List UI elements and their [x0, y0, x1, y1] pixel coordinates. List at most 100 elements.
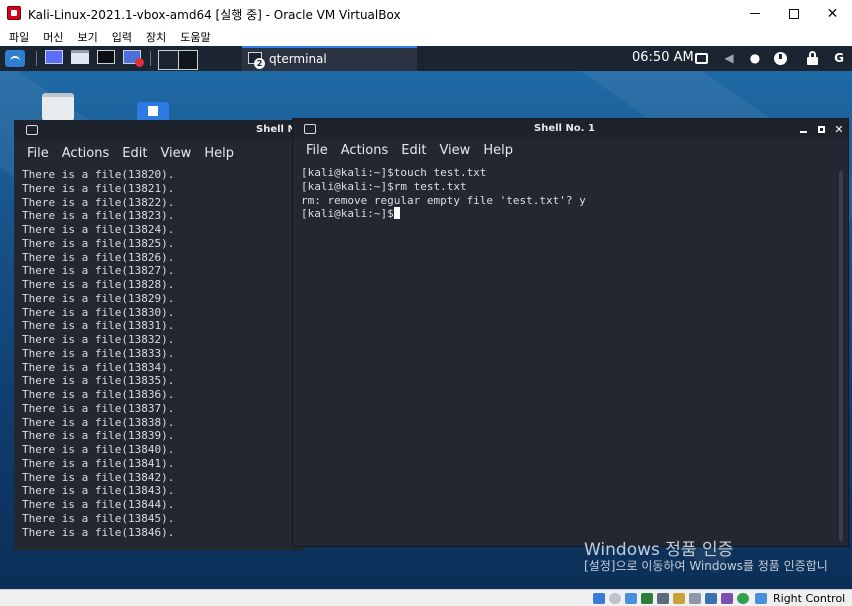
taskbar-item-qterminal[interactable]: 2 qterminal — [242, 46, 417, 71]
terminal-line: There is a file(13837). — [22, 401, 175, 415]
menu-file[interactable]: File — [27, 146, 49, 166]
terminal-line: There is a file(13829). — [22, 291, 175, 305]
maximize-button[interactable] — [812, 119, 830, 139]
maximize-button[interactable] — [774, 0, 813, 27]
terminal-titlebar[interactable]: Shell No — [14, 120, 304, 140]
clock[interactable]: 06:50 AM — [632, 50, 694, 65]
close-icon: ✕ — [834, 122, 844, 136]
usb-icon[interactable] — [657, 593, 669, 604]
terminal-window-front[interactable]: Shell No. 1 ✕ File Actions Edit View Hel… — [292, 118, 849, 547]
panel-separator — [36, 51, 37, 66]
cpu-icon[interactable] — [721, 593, 733, 604]
close-icon: ✕ — [826, 5, 839, 22]
menu-view[interactable]: 보기 — [78, 27, 98, 46]
terminal-line: There is a file(13823). — [22, 209, 175, 223]
terminal-line: There is a file(13833). — [22, 346, 175, 360]
menu-edit[interactable]: Edit — [122, 146, 147, 166]
menu-edit[interactable]: Edit — [401, 143, 426, 163]
menu-file[interactable]: 파일 — [9, 27, 29, 46]
terminal-line: There is a file(13841). — [22, 456, 175, 470]
terminal-output[interactable]: There is a file(13820). There is a file(1… — [22, 168, 174, 539]
close-button[interactable]: ✕ — [830, 119, 848, 139]
terminal-line: There is a file(13846). — [22, 525, 175, 539]
menu-view[interactable]: View — [160, 146, 191, 166]
menu-file[interactable]: File — [306, 143, 328, 163]
terminal-line: [kali@kali:~]$rm test.txt — [301, 179, 467, 193]
text-cursor — [393, 207, 400, 220]
vbox-menubar: 파일 머신 보기 입력 장치 도움말 — [0, 27, 852, 46]
terminal-window-back[interactable]: Shell No File Actions Edit View Help The… — [14, 120, 304, 550]
terminal-line: [kali@kali:~]$touch test.txt — [301, 166, 487, 179]
notification-bell-icon[interactable]: ● — [748, 51, 762, 65]
network-icon[interactable] — [641, 593, 653, 604]
file-manager-icon[interactable] — [71, 50, 89, 64]
terminal-line: There is a file(13822). — [22, 195, 175, 209]
minimize-icon — [749, 13, 760, 14]
minimize-icon — [799, 131, 807, 133]
audio-icon[interactable] — [625, 593, 637, 604]
minimize-button[interactable] — [794, 119, 812, 139]
terminal-line: There is a file(13826). — [22, 250, 175, 264]
hard-disk-icon[interactable] — [593, 593, 605, 604]
terminal-line: There is a file(13832). — [22, 333, 175, 346]
host-key-label: Right Control — [773, 592, 846, 605]
screen-recorder-icon[interactable] — [123, 50, 144, 67]
menu-actions[interactable]: Actions — [341, 143, 389, 163]
display-icon[interactable] — [695, 53, 708, 64]
terminal-line: There is a file(13840). — [22, 443, 175, 456]
menu-devices[interactable]: 장치 — [146, 27, 166, 46]
window-count-badge: 2 — [254, 58, 265, 69]
terminal-line: There is a file(13825). — [22, 236, 175, 250]
shared-folders-icon[interactable] — [673, 593, 685, 604]
terminal-window-icon — [304, 124, 316, 134]
workspace-switcher[interactable] — [158, 50, 198, 70]
terminal-line: There is a file(13820). — [22, 168, 175, 181]
terminal-history: [kali@kali:~]$touch test.txt [kali@kali:~… — [301, 166, 586, 207]
kali-menu-icon[interactable] — [5, 50, 25, 67]
terminal-line: There is a file(13821). — [22, 181, 175, 195]
window-titlebar: Kali-Linux-2021.1-vbox-amd64 [실행 중] - Or… — [0, 0, 852, 27]
power-icon[interactable] — [774, 52, 787, 65]
terminal-line: There is a file(13843). — [22, 484, 175, 498]
terminal-line: There is a file(13834). — [22, 360, 175, 374]
terminal-line: There is a file(13842). — [22, 470, 175, 484]
terminal-titlebar[interactable]: Shell No. 1 ✕ — [293, 119, 848, 139]
menu-help[interactable]: 도움말 — [180, 27, 210, 46]
terminal-icon[interactable] — [97, 50, 115, 64]
terminal-title: Shell No. 1 — [534, 123, 595, 134]
terminal-line: There is a file(13838). — [22, 415, 175, 429]
maximize-icon — [788, 8, 799, 19]
kali-top-panel: 2 qterminal 06:50 AM ◀ ● G — [0, 46, 852, 71]
terminal-prompt-line: [kali@kali:~]$ — [301, 207, 586, 221]
terminal-output[interactable]: [kali@kali:~]$touch test.txt [kali@kali:~… — [301, 166, 586, 221]
close-button[interactable]: ✕ — [813, 0, 852, 27]
terminal-line: There is a file(13828). — [22, 278, 175, 291]
terminal-line: There is a file(13827). — [22, 264, 175, 278]
trash-icon[interactable] — [42, 93, 74, 123]
optical-drive-icon[interactable] — [609, 593, 621, 604]
menu-view[interactable]: View — [439, 143, 470, 163]
terminal-window-icon — [26, 125, 38, 135]
minimize-button[interactable] — [735, 0, 774, 27]
show-desktop-icon[interactable] — [45, 50, 63, 64]
virtualbox-icon — [7, 6, 21, 20]
menu-help[interactable]: Help — [204, 146, 234, 166]
volume-icon[interactable]: ◀ — [722, 51, 736, 65]
menu-machine[interactable]: 머신 — [43, 27, 63, 46]
guest-additions-icon[interactable] — [737, 593, 749, 604]
video-capture-icon[interactable] — [705, 593, 717, 604]
mouse-integration-icon[interactable] — [755, 593, 767, 604]
scrollbar[interactable] — [839, 171, 843, 541]
terminal-menubar: File Actions Edit View Help — [14, 146, 304, 166]
menu-actions[interactable]: Actions — [62, 146, 110, 166]
logout-icon[interactable]: G — [832, 51, 846, 65]
menu-help[interactable]: Help — [483, 143, 513, 163]
terminal-line: There is a file(13830). — [22, 305, 175, 319]
terminal-menubar: File Actions Edit View Help — [293, 143, 848, 163]
menu-input[interactable]: 입력 — [112, 27, 132, 46]
lock-icon[interactable] — [807, 51, 818, 65]
terminal-prompt: [kali@kali:~]$ — [301, 207, 394, 221]
panel-separator — [150, 51, 151, 66]
display-icon[interactable] — [689, 593, 701, 604]
maximize-icon — [817, 125, 825, 133]
